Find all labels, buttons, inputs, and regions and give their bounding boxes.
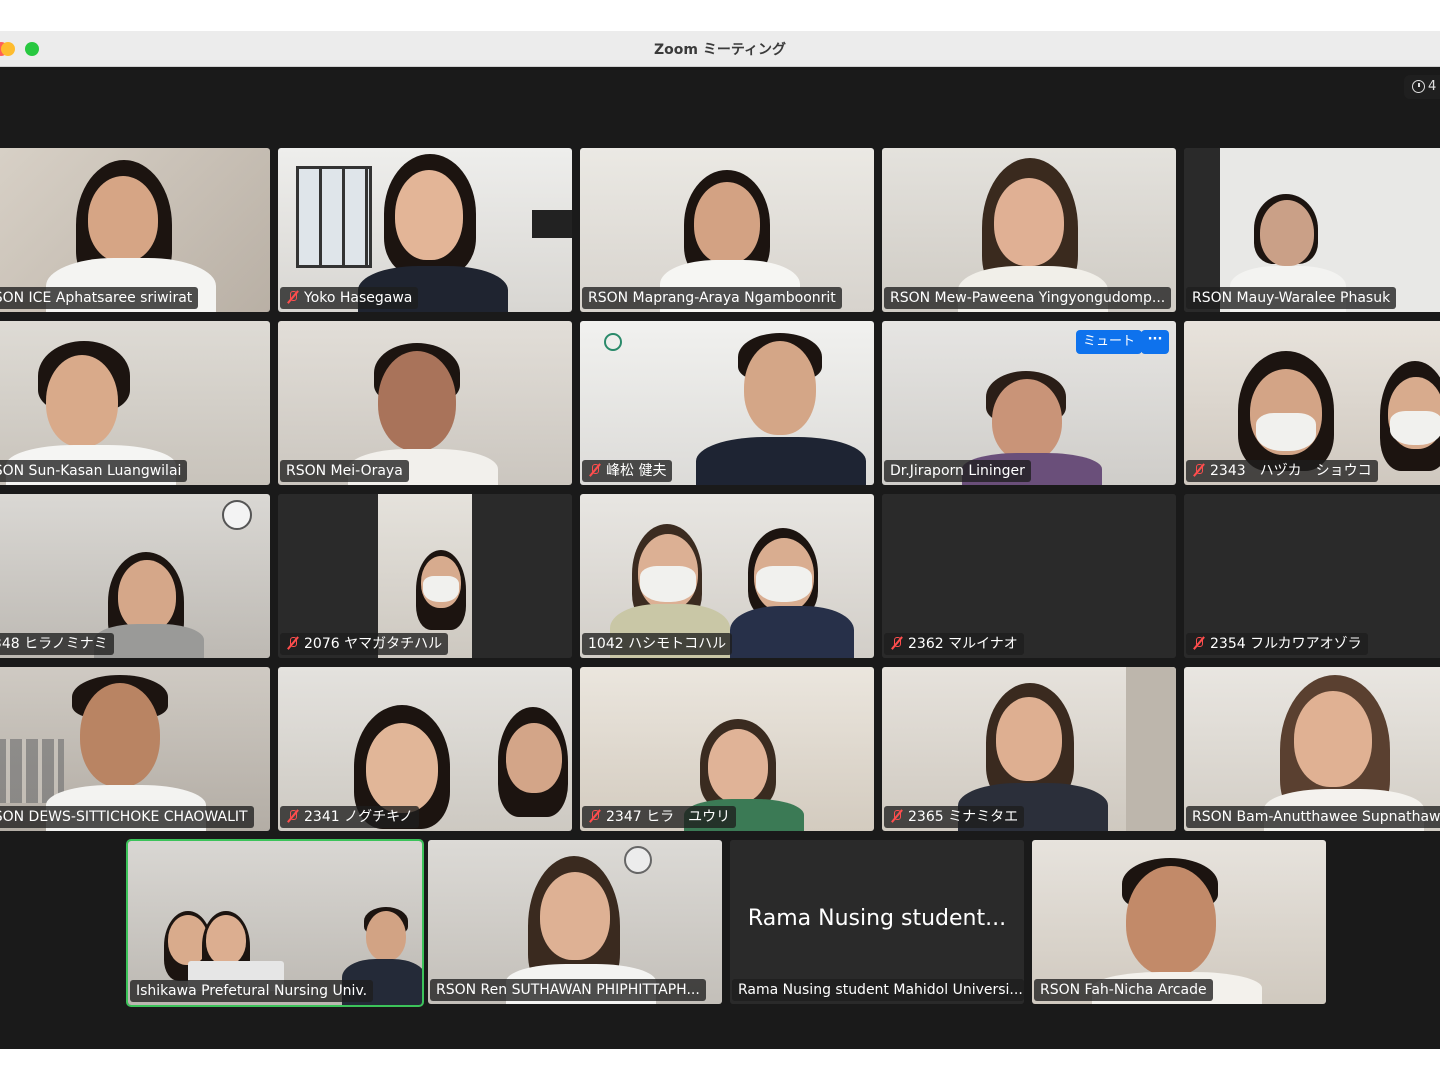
clock-icon bbox=[1412, 80, 1425, 93]
video-tile-no-video[interactable]: Rama Nusing student... Rama Nusing stude… bbox=[730, 840, 1024, 1004]
more-options-button[interactable]: ··· bbox=[1141, 330, 1169, 354]
video-tile[interactable]: RSON Mauy-Waralee Phasuk bbox=[1184, 148, 1440, 312]
participant-name: RSON Ren SUTHAWAN PHIPHITTAPH... bbox=[430, 979, 706, 1001]
timer-text: 4 bbox=[1428, 79, 1437, 94]
video-tile[interactable]: ミュート ··· Dr.Jiraporn Lininger bbox=[882, 321, 1176, 485]
video-tile[interactable]: Yoko Hasegawa bbox=[278, 148, 572, 312]
logo-icon bbox=[604, 333, 622, 351]
video-tile[interactable]: 1042 ハシモトコハル bbox=[580, 494, 874, 658]
muted-microphone-icon bbox=[890, 809, 903, 823]
participant-name: 1042 ハシモトコハル bbox=[582, 633, 733, 655]
video-tile[interactable]: RSON Mei-Oraya bbox=[278, 321, 572, 485]
muted-microphone-icon bbox=[286, 809, 299, 823]
participant-name: Yoko Hasegawa bbox=[280, 287, 419, 309]
video-tile[interactable]: RSON Maprang-Araya Ngamboonrit bbox=[580, 148, 874, 312]
video-tile[interactable]: RSON Sun-Kasan Luangwilai bbox=[0, 321, 270, 485]
participant-name: 2348 ヒラノミナミ bbox=[0, 633, 114, 655]
participant-name: RSON ICE Aphatsaree sriwirat bbox=[0, 287, 199, 309]
video-tile[interactable]: 2341 ノグチキノ bbox=[278, 667, 572, 831]
participant-name: 2343 ハヅカ ショウコ bbox=[1186, 460, 1378, 482]
video-tile[interactable]: 2354 フルカワアオゾラ bbox=[1184, 494, 1440, 658]
video-tile-active-speaker[interactable]: Ishikawa Prefetural Nursing Univ. bbox=[126, 839, 424, 1007]
participant-display-name: Rama Nusing student... bbox=[747, 906, 1007, 931]
participant-name: 2341 ノグチキノ bbox=[280, 806, 420, 828]
muted-microphone-icon bbox=[1192, 636, 1205, 650]
meeting-timer[interactable]: 4 bbox=[1404, 75, 1440, 99]
participant-name: RSON DEWS-SITTICHOKE CHAOWALIT bbox=[0, 806, 254, 828]
muted-microphone-icon bbox=[588, 809, 601, 823]
video-tile[interactable]: 2343 ハヅカ ショウコ bbox=[1184, 321, 1440, 485]
participant-name: 峰松 健夫 bbox=[582, 460, 673, 482]
window-title: Zoom ミーティング bbox=[653, 42, 786, 58]
participant-name: RSON Fah-Nicha Arcade bbox=[1034, 979, 1213, 1001]
video-tile[interactable]: 2347 ヒラ ユウリ bbox=[580, 667, 874, 831]
video-tile[interactable]: RSON Mew-Paweena Yingyongudomp... bbox=[882, 148, 1176, 312]
wall-clock bbox=[624, 846, 652, 874]
muted-microphone-icon bbox=[890, 636, 903, 650]
video-tile[interactable]: 2076 ヤマガタチハル bbox=[278, 494, 572, 658]
video-tile[interactable]: 峰松 健夫 bbox=[580, 321, 874, 485]
muted-microphone-icon bbox=[286, 290, 299, 304]
title-bar: Zoom ミーティング bbox=[0, 31, 1440, 67]
muted-microphone-icon bbox=[588, 463, 601, 477]
video-tile[interactable]: 2348 ヒラノミナミ bbox=[0, 494, 270, 658]
participant-name: 2354 フルカワアオゾラ bbox=[1186, 633, 1368, 655]
participant-name: RSON Mei-Oraya bbox=[280, 460, 409, 482]
video-tile[interactable]: RSON DEWS-SITTICHOKE CHAOWALIT bbox=[0, 667, 270, 831]
video-tile[interactable]: RSON Ren SUTHAWAN PHIPHITTAPH... bbox=[428, 840, 722, 1004]
participant-name: Ishikawa Prefetural Nursing Univ. bbox=[130, 980, 374, 1002]
participant-name: RSON Bam-Anutthawee Supnathawee bbox=[1186, 806, 1440, 828]
participant-name: RSON Mew-Paweena Yingyongudomp... bbox=[884, 287, 1172, 309]
participant-name: 2365 ミナミタエ bbox=[884, 806, 1025, 828]
video-tile[interactable]: 2362 マルイナオ bbox=[882, 494, 1176, 658]
video-tile[interactable]: RSON ICE Aphatsaree sriwirat bbox=[0, 148, 270, 312]
video-tile[interactable]: RSON Fah-Nicha Arcade bbox=[1032, 840, 1326, 1004]
zoom-window: Zoom ミーティング 4 RSON ICE Aphatsaree sriwir… bbox=[0, 31, 1440, 1049]
participant-name: 2076 ヤマガタチハル bbox=[280, 633, 449, 655]
participant-name: RSON Maprang-Araya Ngamboonrit bbox=[582, 287, 842, 309]
participant-name: RSON Mauy-Waralee Phasuk bbox=[1186, 287, 1397, 309]
muted-microphone-icon bbox=[1192, 463, 1205, 477]
video-tile[interactable]: RSON Bam-Anutthawee Supnathawee bbox=[1184, 667, 1440, 831]
mute-participant-button[interactable]: ミュート bbox=[1076, 330, 1143, 354]
participant-name: 2362 マルイナオ bbox=[884, 633, 1024, 655]
participant-name: Dr.Jiraporn Lininger bbox=[884, 460, 1031, 482]
participant-name: RSON Sun-Kasan Luangwilai bbox=[0, 460, 188, 482]
video-tile[interactable]: 2365 ミナミタエ bbox=[882, 667, 1176, 831]
participant-name: Rama Nusing student Mahidol Universi... bbox=[732, 979, 1024, 1001]
participant-name: 2347 ヒラ ユウリ bbox=[582, 806, 737, 828]
muted-microphone-icon bbox=[286, 636, 299, 650]
wall-clock bbox=[222, 500, 252, 530]
